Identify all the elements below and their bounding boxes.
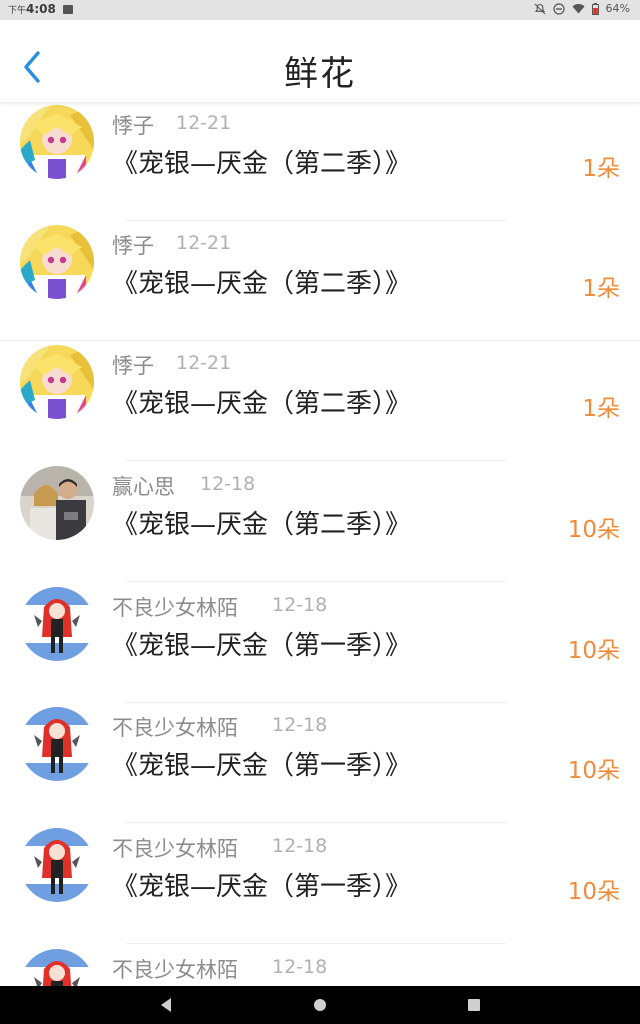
row-divider (126, 581, 506, 582)
mute-icon (534, 3, 545, 14)
status-ampm: 下午 (8, 6, 27, 16)
row-divider (126, 822, 506, 823)
record-row[interactable]: 赢心思 12-18 《宠银—厌金（第二季）》 10朵 (0, 462, 640, 582)
flower-count: 1朵 (582, 156, 620, 182)
status-bar: 下午4:08 64% (0, 0, 640, 20)
avatar[interactable] (20, 949, 94, 986)
book-title: 《宠银—厌金（第二季）》 (112, 510, 412, 540)
nav-back-button[interactable] (155, 994, 177, 1016)
user-name: 不良少女林陌 (112, 837, 238, 861)
battery-icon (591, 2, 599, 15)
user-name: 悸子 (112, 114, 154, 138)
status-clock: 4:08 (26, 2, 56, 16)
gift-date: 12-21 (176, 352, 232, 374)
book-title: 《宠银—厌金（第一季）》 (112, 751, 412, 781)
avatar[interactable] (20, 828, 94, 902)
avatar[interactable] (20, 587, 94, 661)
record-row[interactable]: 不良少女林陌 12-18 《宠银—厌金（第一季）》 10朵 (0, 824, 640, 944)
home-circle-icon (314, 999, 326, 1011)
dnd-icon (552, 2, 565, 15)
user-name: 悸子 (112, 354, 154, 378)
wifi-icon (572, 4, 585, 14)
gift-date: 12-21 (176, 112, 232, 134)
gift-date: 12-18 (272, 835, 328, 857)
book-title: 《宠银—厌金（第二季）》 (112, 389, 412, 419)
flower-count: 10朵 (567, 758, 620, 784)
avatar[interactable] (20, 225, 94, 299)
record-row[interactable]: 不良少女林陌 12-18 《宠银—厌金（第一季）》 10朵 (0, 703, 640, 823)
gift-date: 12-18 (272, 594, 328, 616)
recents-square-icon (468, 999, 480, 1011)
record-row[interactable]: 悸子 12-21 《宠银—厌金（第二季）》 1朵 (0, 221, 640, 341)
avatar[interactable] (20, 345, 94, 419)
battery-percent: 64% (605, 2, 630, 15)
page-title: 鲜花 (284, 54, 356, 94)
status-time: 下午4:08 (8, 2, 56, 16)
flower-count: 1朵 (582, 276, 620, 302)
user-name: 不良少女林陌 (112, 716, 238, 740)
flower-count: 10朵 (567, 879, 620, 905)
record-row[interactable]: 悸子 12-21 《宠银—厌金（第二季）》 1朵 (0, 101, 640, 221)
status-icons: 64% (534, 2, 630, 15)
row-divider (126, 460, 506, 461)
record-row[interactable]: 不良少女林陌 12-18 《宠银—厌金（第一季）》 10朵 (0, 583, 640, 703)
gift-date: 12-21 (176, 232, 232, 254)
record-row[interactable]: 悸子 12-21 《宠银—厌金（第二季）》 1朵 (0, 341, 640, 461)
flower-count: 10朵 (567, 638, 620, 664)
flower-count: 10朵 (567, 517, 620, 543)
book-title: 《宠银—厌金（第一季）》 (112, 872, 412, 902)
system-nav-bar (0, 986, 640, 1024)
back-triangle-icon (161, 998, 171, 1012)
image-icon (63, 5, 73, 14)
user-name: 赢心思 (112, 475, 175, 499)
record-row[interactable]: 不良少女林陌 12-18 (0, 945, 640, 986)
flower-record-list: 悸子 12-21 《宠银—厌金（第二季）》 1朵 悸子 12-21 《宠银—厌金… (0, 101, 640, 986)
nav-recents-button[interactable] (463, 994, 485, 1016)
row-divider (126, 943, 506, 944)
screen: 下午4:08 64% 鲜花 悸子 12-21 《宠银—厌金（第二季）》 1朵 悸… (0, 0, 640, 1024)
avatar[interactable] (20, 707, 94, 781)
book-title: 《宠银—厌金（第一季）》 (112, 631, 412, 661)
nav-home-button[interactable] (309, 994, 331, 1016)
book-title: 《宠银—厌金（第二季）》 (112, 149, 412, 179)
book-title: 《宠银—厌金（第二季）》 (112, 269, 412, 299)
user-name: 悸子 (112, 234, 154, 258)
gift-date: 12-18 (272, 956, 328, 978)
app-header: 鲜花 (0, 20, 640, 103)
user-name: 不良少女林陌 (112, 958, 238, 982)
avatar[interactable] (20, 105, 94, 179)
user-name: 不良少女林陌 (112, 596, 238, 620)
gift-date: 12-18 (200, 473, 256, 495)
flower-count: 1朵 (582, 396, 620, 422)
avatar[interactable] (20, 466, 94, 540)
gift-date: 12-18 (272, 714, 328, 736)
